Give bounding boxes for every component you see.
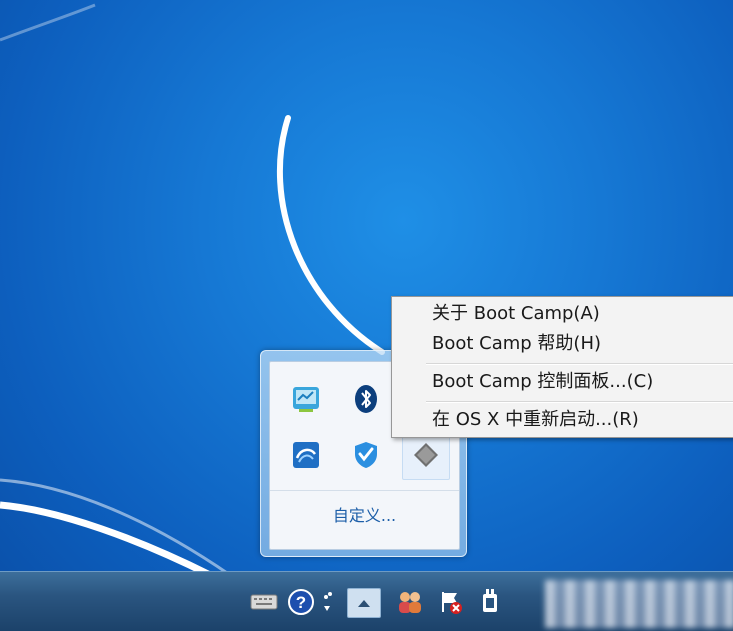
menu-item-restart-osx[interactable]: 在 OS X 中重新启动...(R) xyxy=(432,407,639,433)
menu-item-help[interactable]: Boot Camp 帮助(H) xyxy=(432,331,601,357)
security-shield-icon[interactable] xyxy=(342,430,390,480)
network-dots-icon[interactable] xyxy=(318,588,336,616)
menu-separator xyxy=(426,401,733,403)
tray-divider xyxy=(270,490,459,491)
bootcamp-context-menu: 关于 Boot Camp(A) Boot Camp 帮助(H) Boot Cam… xyxy=(391,296,733,438)
users-icon[interactable] xyxy=(396,588,424,616)
taskbar: ? xyxy=(0,571,733,631)
svg-text:?: ? xyxy=(296,593,306,612)
power-plug-icon[interactable] xyxy=(476,588,504,616)
menu-item-about[interactable]: 关于 Boot Camp(A) xyxy=(432,301,600,327)
menu-item-control-panel[interactable]: Boot Camp 控制面板...(C) xyxy=(432,369,653,395)
customize-link[interactable]: 自定义... xyxy=(270,502,459,526)
action-center-flag-icon[interactable] xyxy=(436,588,464,616)
help-icon[interactable]: ? xyxy=(287,588,315,616)
show-hidden-icons-button[interactable] xyxy=(347,588,381,618)
keyboard-icon[interactable] xyxy=(250,588,278,616)
monitor-app-icon[interactable] xyxy=(282,374,330,424)
bluetooth-icon[interactable] xyxy=(342,374,390,424)
menu-separator xyxy=(426,363,733,365)
network-shield-icon[interactable] xyxy=(282,430,330,480)
obscured-region xyxy=(545,580,733,628)
